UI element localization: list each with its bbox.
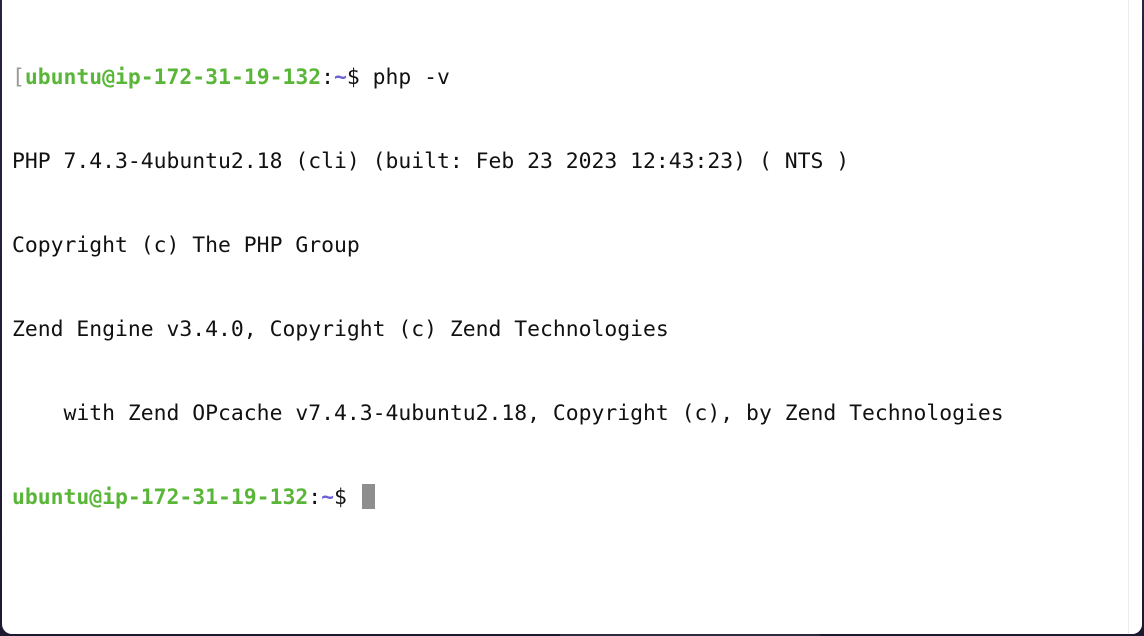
prompt-separator: : <box>308 485 322 510</box>
terminal-window[interactable]: [ubuntu@ip-172-31-19-132:~$ php -v PHP 7… <box>2 0 1142 634</box>
prompt-path: ~ <box>321 485 334 510</box>
prompt-path: ~ <box>333 65 347 90</box>
prompt-dollar: $ <box>346 65 360 90</box>
vertical-scrollbar[interactable] <box>1128 0 1142 634</box>
terminal-line-prompt[interactable]: ubuntu@ip-172-31-19-132:~$ <box>12 484 1122 512</box>
scroll-marker-bracket: [ <box>12 65 25 90</box>
scrollbar-thumb[interactable] <box>1132 4 1139 44</box>
desktop-background: [ubuntu@ip-172-31-19-132:~$ php -v PHP 7… <box>0 0 1144 636</box>
terminal-output-line: PHP 7.4.3-4ubuntu2.18 (cli) (built: Feb … <box>12 149 850 174</box>
prompt-separator: : <box>321 65 334 90</box>
terminal-output-line: Zend Engine v3.4.0, Copyright (c) Zend T… <box>12 317 669 342</box>
block-cursor-icon <box>361 484 375 509</box>
command-text: php -v <box>359 65 450 90</box>
terminal-output[interactable]: [ubuntu@ip-172-31-19-132:~$ php -v PHP 7… <box>12 8 1122 568</box>
prompt-user-host: ubuntu@ip-172-31-19-132 <box>24 65 322 90</box>
terminal-output-line: Copyright (c) The PHP Group <box>12 233 360 258</box>
prompt-user-host: ubuntu@ip-172-31-19-132 <box>12 485 309 510</box>
terminal-line-command: [ubuntu@ip-172-31-19-132:~$ php -v <box>12 64 1122 92</box>
prompt-dollar: $ <box>333 485 347 510</box>
terminal-output-line: with Zend OPcache v7.4.3-4ubuntu2.18, Co… <box>12 401 1004 426</box>
